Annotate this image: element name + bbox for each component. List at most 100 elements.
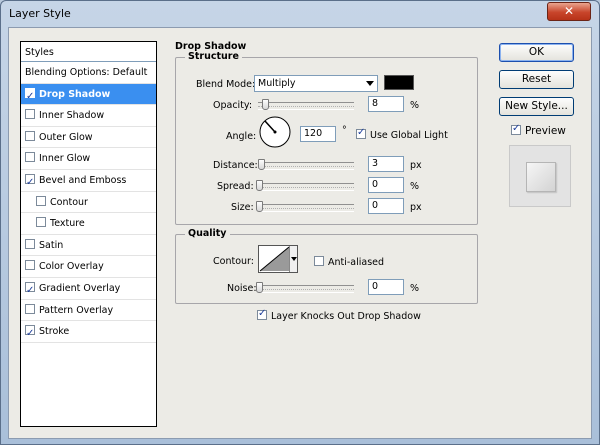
use-global-light-label: Use Global Light [370,130,448,141]
styles-list-item-label: Satin [39,239,64,251]
styles-list-item[interactable]: Satin [21,235,156,257]
distance-unit: px [410,160,422,171]
styles-list-item[interactable]: Inner Shadow [21,105,156,127]
styles-list-item[interactable]: Pattern Overlay [21,300,156,322]
angle-field[interactable]: 120 [300,126,336,142]
anti-aliased-label: Anti-aliased [328,257,385,268]
checkbox-icon[interactable] [25,280,35,301]
spread-field[interactable]: 0 [368,177,404,193]
size-label: Size: [231,202,254,213]
blend-mode-value: Multiply [258,78,296,89]
styles-list-item[interactable]: Drop Shadow [21,83,156,107]
blend-mode-select[interactable]: Multiply [254,75,378,92]
close-icon: ✕ [563,4,575,18]
styles-list-item-label: Outer Glow [39,131,93,143]
close-button[interactable]: ✕ [547,2,591,21]
chevron-down-icon [366,81,374,86]
styles-list-item-label: Inner Shadow [39,110,105,122]
size-slider[interactable] [256,201,354,212]
checkbox-icon[interactable] [25,238,35,249]
style-preview [509,145,571,207]
title-bar[interactable]: Layer Style ✕ [1,1,599,27]
styles-list-item-label: Color Overlay [39,261,104,273]
distance-label: Distance: [213,160,258,171]
size-unit: px [410,202,422,213]
anti-aliased-checkbox[interactable]: Anti-aliased [314,256,384,268]
new-style-button[interactable]: New Style... [499,97,574,116]
checkbox-icon[interactable] [356,127,366,139]
quality-title: Quality [185,228,230,239]
checkbox-icon[interactable] [25,109,35,120]
styles-list-item-label: Inner Glow [39,153,91,165]
styles-list-item[interactable]: Outer Glow [21,127,156,149]
styles-list-item-label: Blending Options: Default [25,67,148,78]
distance-slider[interactable] [258,159,354,170]
preview-checkbox[interactable]: Preview [511,123,566,137]
spread-unit: % [410,181,420,192]
reset-button[interactable]: Reset [499,70,574,89]
contour-dropdown-button[interactable] [289,246,297,272]
layer-style-dialog: Layer Style ✕ Styles Blending Options: D… [0,0,600,445]
opacity-label: Opacity: [213,100,253,111]
styles-list-item-label: Gradient Overlay [39,282,121,294]
checkbox-icon[interactable] [25,303,35,314]
opacity-field[interactable]: 8 [368,96,404,112]
styles-list-item[interactable]: Gradient Overlay [21,278,156,301]
styles-list-item-label: Drop Shadow [39,88,111,100]
angle-unit: ° [342,125,347,136]
ok-button[interactable]: OK [499,43,574,62]
preview-label: Preview [525,125,566,137]
checkbox-icon[interactable] [25,172,35,193]
styles-list-item-label: Texture [50,218,85,230]
distance-slider-thumb[interactable] [258,159,265,170]
noise-field[interactable]: 0 [368,279,404,295]
checkbox-icon[interactable] [314,256,324,266]
spread-slider-thumb[interactable] [256,180,263,191]
styles-list-item[interactable]: Bevel and Emboss [21,170,156,193]
noise-slider[interactable] [256,282,354,293]
checkbox-icon[interactable] [511,123,521,135]
checkbox-icon[interactable] [25,260,35,271]
styles-list-item[interactable]: Contour [21,192,156,214]
window-title: Layer Style [9,7,71,20]
checkbox-icon[interactable] [25,130,35,141]
blend-mode-label: Blend Mode: [196,79,256,90]
noise-slider-thumb[interactable] [256,282,263,293]
angle-dial[interactable] [258,115,292,149]
opacity-unit: % [410,100,420,111]
checkbox-icon[interactable] [25,152,35,163]
use-global-light-checkbox[interactable]: Use Global Light [356,127,448,141]
checkbox-icon[interactable] [36,195,46,206]
checkbox-icon[interactable] [257,308,267,320]
contour-label: Contour: [213,256,254,267]
styles-list-item[interactable]: Inner Glow [21,148,156,170]
styles-list-item-label: Contour [50,196,88,208]
styles-list-item[interactable]: Stroke [21,321,156,344]
opacity-slider[interactable] [258,99,354,110]
distance-field[interactable]: 3 [368,156,404,172]
checkbox-icon[interactable] [25,86,35,107]
size-field[interactable]: 0 [368,198,404,214]
opacity-slider-thumb[interactable] [262,99,269,110]
knockout-checkbox[interactable]: Layer Knocks Out Drop Shadow [257,308,421,322]
styles-header[interactable]: Styles [21,42,156,62]
contour-picker[interactable] [258,245,298,273]
structure-group: Structure Blend Mode: Multiply Opacity: … [175,51,478,225]
spread-slider[interactable] [256,180,354,191]
angle-label: Angle: [226,131,257,142]
checkbox-icon[interactable] [25,323,35,344]
styles-list: Styles Blending Options: Default Drop Sha… [20,41,157,427]
knockout-label: Layer Knocks Out Drop Shadow [271,311,421,322]
styles-list-item[interactable]: Color Overlay [21,256,156,278]
styles-list-item[interactable]: Texture [21,213,156,235]
shadow-color-swatch[interactable] [384,75,414,90]
noise-label: Noise: [227,283,257,294]
size-slider-thumb[interactable] [256,201,263,212]
chevron-down-icon [291,257,297,261]
styles-list-item-label: Bevel and Emboss [39,174,127,186]
styles-list-item-label: Stroke [39,326,70,338]
spread-label: Spread: [217,181,254,192]
styles-list-item[interactable]: Blending Options: Default [21,62,156,84]
preview-swatch [526,162,556,192]
checkbox-icon[interactable] [36,217,46,228]
